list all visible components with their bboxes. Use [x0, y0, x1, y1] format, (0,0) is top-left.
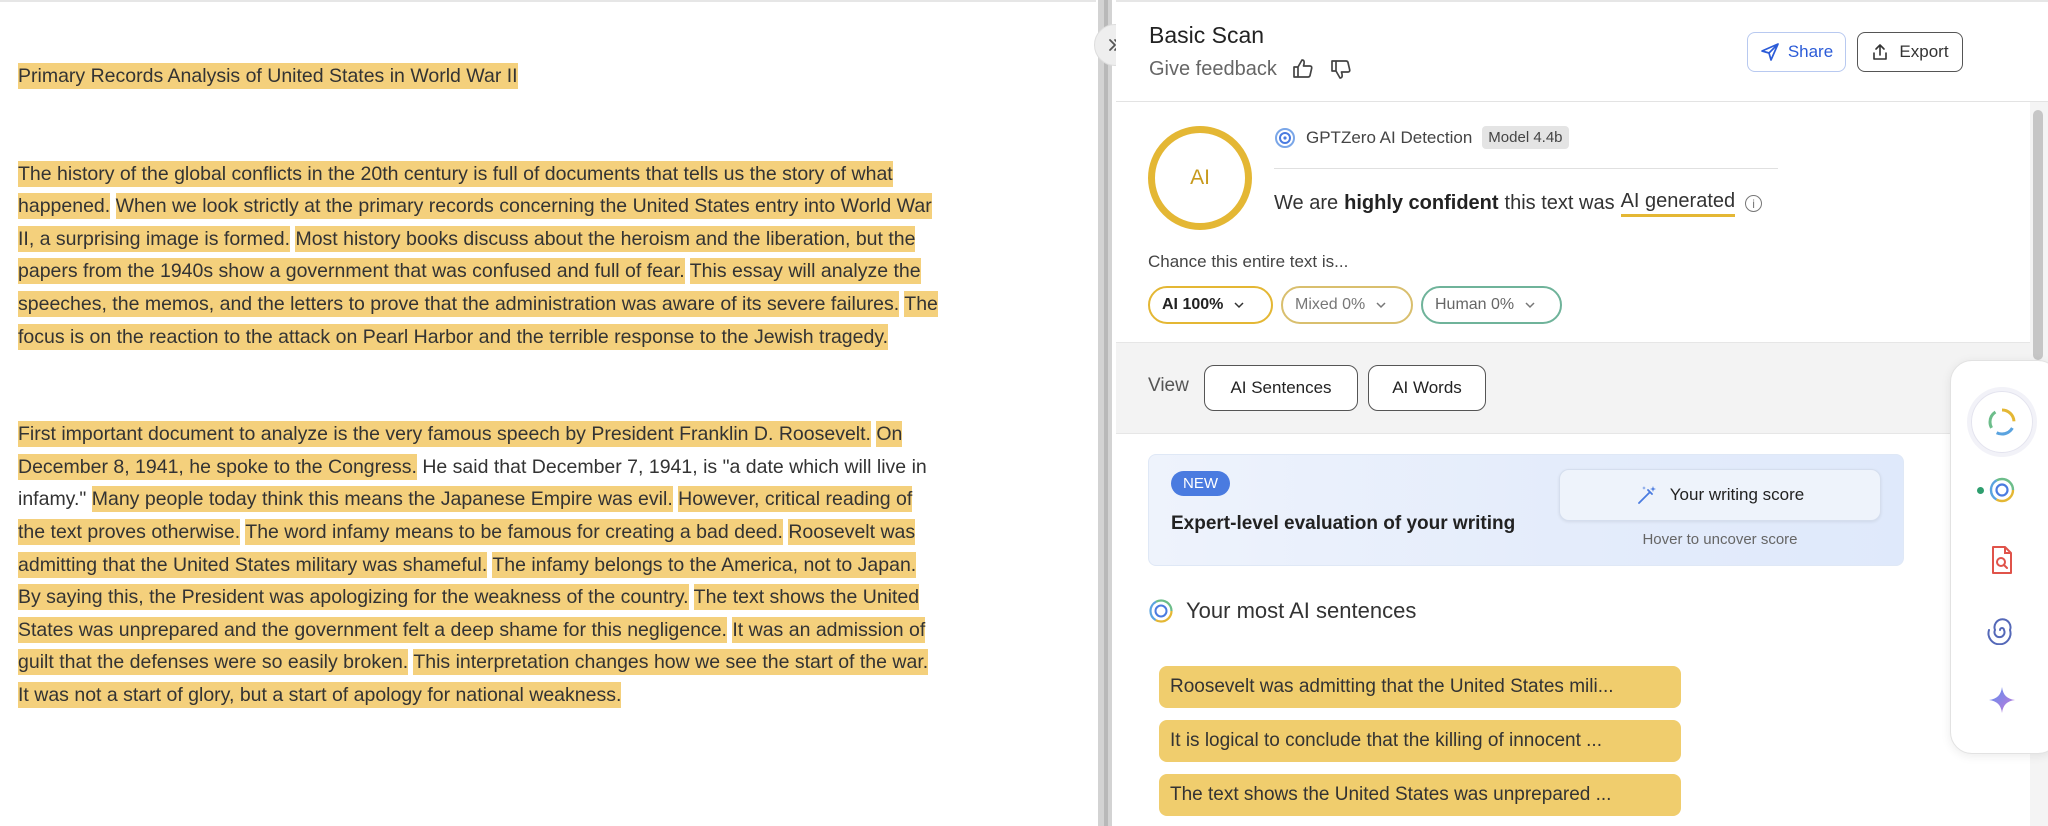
tool-dock [1950, 360, 2048, 754]
verdict-link[interactable]: AI generated [1620, 190, 1736, 217]
plain-text [110, 195, 115, 217]
new-badge: NEW [1171, 471, 1230, 496]
dock-item-loading[interactable] [1971, 391, 2033, 453]
chance-label: Chance this entire text is... [1148, 252, 1349, 271]
gptzero-logo-icon [1275, 127, 1295, 148]
detector-name: GPTZero AI Detection [1306, 127, 1473, 147]
pane-divider-line [1104, 0, 1108, 826]
panel-title: Basic Scan [1149, 22, 1265, 48]
mixed-probability-pill[interactable]: Mixed 0% [1281, 286, 1413, 324]
upload-icon [1873, 44, 1888, 60]
magic-wand-icon [1637, 486, 1656, 504]
export-label: Export [1899, 42, 1949, 61]
panel-scroll-area: AI GPTZero AI Detection Model 4.4b We ar… [1116, 102, 2048, 826]
human-probability-pill[interactable]: Human 0% [1421, 286, 1562, 324]
model-badge: Model 4.4b [1482, 126, 1569, 149]
share-label: Share [1787, 42, 1834, 61]
gptzero-logo-icon [1989, 477, 2015, 503]
detector-row: GPTZero AI Detection Model 4.4b [1274, 126, 1569, 149]
loading-ring-icon [1988, 408, 2016, 436]
probability-pills: AI 100% Mixed 0% Human 0% [1148, 286, 1562, 324]
dock-item-spiral[interactable] [1971, 599, 2033, 661]
thumbs-down-icon[interactable] [1329, 57, 1353, 81]
ai-sentences-button[interactable]: AI Sentences [1204, 365, 1358, 411]
highlighted-sentence: The word infamy means to be famous for c… [245, 518, 783, 545]
plain-text [685, 260, 690, 282]
promo-text: Expert-level evaluation of your writing [1171, 513, 1516, 534]
writing-score-button[interactable]: Your writing score [1559, 469, 1881, 521]
most-ai-title: Your most AI sentences [1148, 598, 1416, 624]
highlighted-sentence: It was not a start of glory, but a start… [18, 681, 622, 708]
ai-sentence-item[interactable]: It is logical to conclude that the killi… [1159, 720, 1681, 762]
highlighted-sentence: This interpretation changes how we see t… [413, 649, 929, 676]
chevron-down-icon [1376, 302, 1386, 309]
spiral-icon [1987, 618, 2012, 645]
sparkle-icon [1989, 687, 2015, 713]
share-button[interactable]: Share [1747, 32, 1846, 72]
highlighted-sentence: Many people today think this means the J… [91, 486, 673, 513]
send-icon [1760, 43, 1779, 61]
thumbs-up-icon[interactable] [1291, 57, 1315, 81]
ai-words-button[interactable]: AI Words [1368, 365, 1486, 411]
highlighted-sentence: By saying this, the President was apolog… [18, 584, 689, 611]
panel-header: Basic Scan Give feedback Share Export [1116, 2, 2048, 102]
scan-panel: Basic Scan Give feedback Share Export AI… [1116, 0, 2048, 826]
score-hint: Hover to uncover score [1642, 531, 1798, 548]
view-toggle-bar: View AI Sentences AI Words [1116, 342, 2030, 434]
chevron-down-icon [1525, 302, 1535, 309]
panel-scrollbar-thumb[interactable] [2033, 110, 2043, 360]
dock-item-detector[interactable] [1971, 459, 2033, 521]
document-pane: Primary Records Analysis of United State… [0, 0, 1096, 826]
dock-item-plagiarism[interactable] [1971, 529, 2033, 591]
confidence-level: highly confident [1344, 192, 1499, 214]
ai-sentence-item[interactable]: The text shows the United States was unp… [1159, 774, 1681, 816]
dock-item-ai-assist[interactable] [1971, 669, 2033, 731]
document-title: Primary Records Analysis of United State… [18, 63, 518, 89]
document-paragraph-1: The history of the global conflicts in t… [18, 158, 938, 354]
detector-divider [1274, 168, 1778, 169]
document-paragraph-2: First important document to analyze is t… [18, 418, 938, 711]
export-button[interactable]: Export [1857, 32, 1963, 72]
document-search-icon [1992, 546, 2012, 574]
highlighted-sentence: First important document to analyze is t… [18, 421, 871, 448]
ai-sentence-item[interactable]: Roosevelt was admitting that the United … [1159, 666, 1681, 708]
ai-result-circle: AI [1148, 126, 1252, 230]
view-label: View [1148, 375, 1189, 396]
document-body: Primary Records Analysis of United State… [18, 60, 938, 712]
writing-score-promo: NEW Expert-level evaluation of your writ… [1148, 454, 1904, 566]
info-icon[interactable]: i [1745, 195, 1763, 212]
plain-text [689, 586, 694, 608]
ai-probability-pill[interactable]: AI 100% [1148, 286, 1273, 324]
feedback-label: Give feedback [1149, 57, 1277, 80]
feedback-row: Give feedback [1149, 57, 1353, 81]
confidence-statement: We are highly confident this text was AI… [1274, 190, 1763, 217]
highlighted-sentence: The infamy belongs to the America, not t… [492, 551, 917, 578]
chevron-down-icon [1234, 302, 1244, 309]
gptzero-logo-icon [1149, 599, 1173, 623]
